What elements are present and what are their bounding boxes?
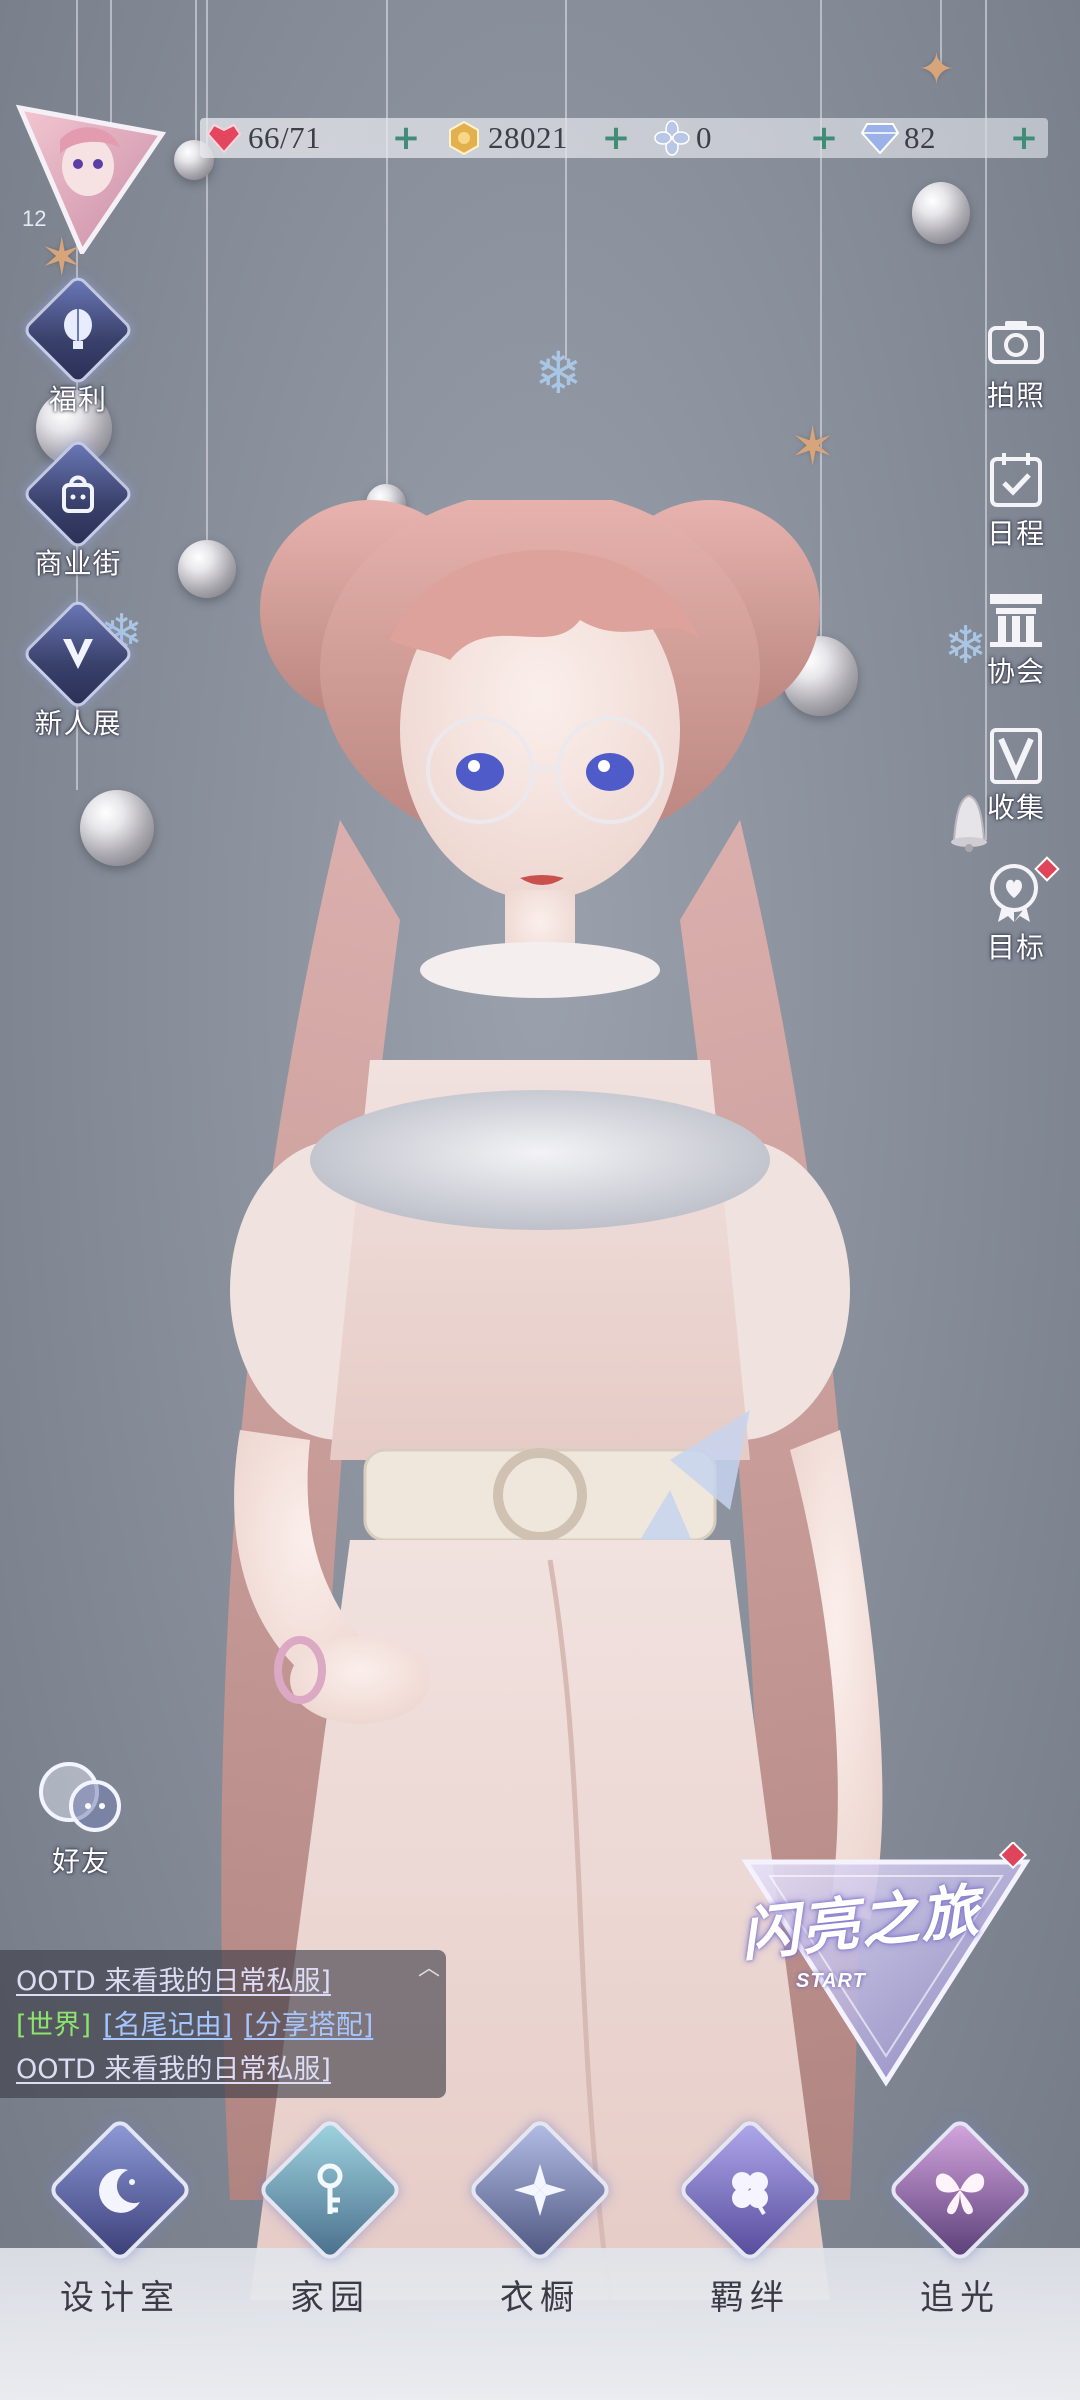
guild-button[interactable]: 协会 [976,584,1056,690]
add-crystal-button[interactable]: + [808,121,840,155]
key-icon [317,2163,343,2214]
balloon-icon [64,309,92,349]
newbie-show-label: 新人展 [34,707,122,740]
goals-label: 目标 [986,931,1045,964]
star-ornament: ✦ [918,44,955,95]
diamond-icon [860,118,900,158]
gold-resource: 28021 [444,118,568,158]
add-diamond-button[interactable]: + [1008,121,1040,155]
calendar-check-icon [980,444,1052,516]
trophy-v-icon [63,639,93,669]
photo-label: 拍照 [986,379,1045,412]
character-model[interactable] [110,500,970,2400]
heart-gem-icon [204,118,244,158]
hanging-string [195,0,197,150]
crystal-flower-nav-icon [514,2164,566,2216]
home-gem [256,2116,404,2264]
guild-building-icon [980,584,1052,656]
nav-wardrobe[interactable]: 衣橱 [460,2116,620,2319]
nav-wardrobe-label: 衣橱 [500,2278,580,2318]
welfare-label: 福利 [48,383,107,416]
chat-channel-tag: [世界] [16,2010,92,2041]
schedule-label: 日程 [986,517,1045,550]
crescent-moon-icon [99,2168,140,2213]
newbie-show-badge [21,597,135,711]
add-stamina-button[interactable]: + [390,121,422,155]
chat-message-text[interactable]: OOTD 来看我的日常私服] [16,1966,331,1997]
nav-bonds-label: 羁绊 [710,2278,790,2318]
nav-chase-light[interactable]: 追光 [880,2116,1040,2319]
gold-coin-icon [444,118,484,158]
chat-message[interactable]: OOTD 来看我的日常私服] [16,1960,446,2004]
butterfly-icon [935,2173,985,2215]
hanging-string [386,0,388,490]
wardrobe-gem [466,2116,614,2264]
red-dot-badge [1034,856,1060,882]
chat-message[interactable]: [世界] [名尾记由] [分享搭配] [16,2004,446,2048]
add-gold-button[interactable]: + [600,121,632,155]
chat-link-tag[interactable]: [分享搭配] [244,2010,373,2041]
shopping-street-badge [21,437,135,551]
chat-message-text[interactable]: OOTD 来看我的日常私服] [16,2054,331,2085]
camera-icon [980,306,1052,378]
goal-medal-icon [980,856,1060,928]
nav-design-room[interactable]: 设计室 [40,2116,200,2319]
nav-bonds[interactable]: 羁绊 [670,2116,830,2319]
welfare-button[interactable]: 福利 [21,273,135,418]
friends-button[interactable]: 好友 [26,1760,136,1880]
nav-design-room-label: 设计室 [60,2278,180,2318]
snowflake-ornament: ❄ [534,339,583,407]
clover-icon [732,2172,768,2216]
stamina-resource: 66/71 [204,118,321,158]
star-ornament: ✶ [790,415,836,478]
chat-panel[interactable]: ︿ OOTD 来看我的日常私服] [世界] [名尾记由] [分享搭配] OOTD 来… [0,1950,446,2098]
shopping-street-button[interactable]: 商业街 [21,437,135,582]
shopping-street-label: 商业街 [34,547,122,580]
start-journey-button[interactable]: 闪亮之旅 START [736,1840,1036,2092]
diamond-resource: 82 [860,118,936,158]
newbie-show-button[interactable]: 新人展 [21,597,135,742]
nav-home-label: 家园 [290,2278,370,2318]
chat-message[interactable]: OOTD 来看我的日常私服] [16,2048,446,2092]
gold-value: 28021 [488,120,568,155]
hanging-string [206,0,208,560]
guild-label: 协会 [986,655,1045,688]
pearl-ornament [912,182,970,244]
friends-bubbles-icon [39,1762,121,1832]
nav-chase-light-label: 追光 [920,2278,1000,2318]
chat-link-tag[interactable]: [名尾记由] [103,2010,232,2041]
hanging-string [565,0,567,360]
goals-button[interactable]: 目标 [976,856,1060,966]
bonds-gem [676,2116,824,2264]
crystal-resource: 0 [652,118,712,158]
design-room-gem [46,2116,194,2264]
bell-ornament-icon [951,794,987,852]
chase-light-gem [886,2116,1034,2264]
collection-label: 收集 [986,791,1045,824]
diamond-value: 82 [904,120,936,155]
collection-v-icon [980,720,1052,792]
start-journey-sub-text: START [796,1970,866,1992]
crystal-flower-icon [652,118,692,158]
nav-home[interactable]: 家园 [250,2116,410,2319]
shopping-bag-icon [62,475,94,513]
player-level: 12 [22,206,47,231]
crystal-value: 0 [696,120,712,155]
schedule-button[interactable]: 日程 [976,444,1056,552]
stamina-value: 66/71 [248,120,322,155]
welfare-badge [21,273,135,387]
resource-bar: 66/71 + 28021 + 0 + 82 + [200,118,1048,158]
friends-label: 好友 [51,1845,110,1878]
chat-collapse-icon[interactable]: ︿ [418,1950,440,1982]
photo-button[interactable]: 拍照 [976,306,1056,414]
